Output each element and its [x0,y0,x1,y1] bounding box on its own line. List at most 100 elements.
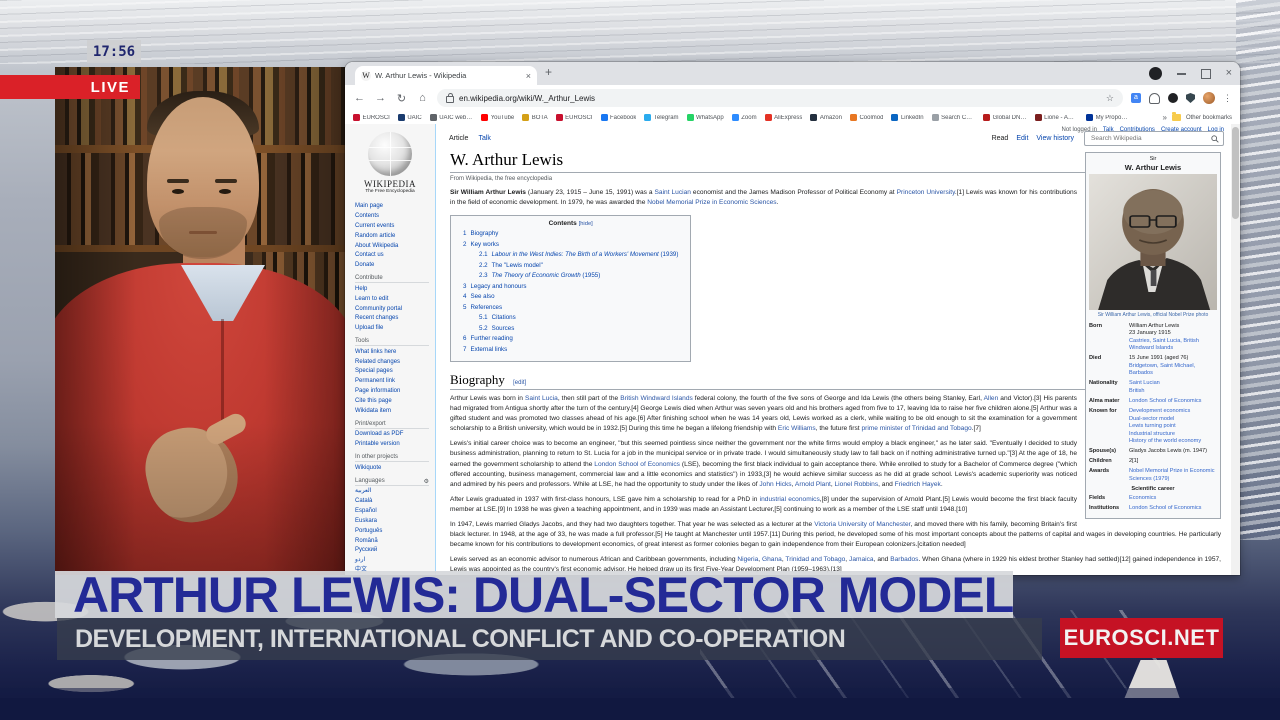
sidebar-link[interactable]: Community portal [355,305,429,315]
bookmark-item[interactable]: UAIC webmail [430,114,474,121]
toc-item[interactable]: 1Biography [463,229,678,240]
forward-icon[interactable]: → [374,92,387,104]
sidebar-link[interactable]: العربية [355,487,429,497]
sidebar-link[interactable]: Português [355,527,429,537]
translate-icon[interactable]: a [1131,93,1141,103]
browser-theme-icon[interactable] [1149,67,1162,80]
bookmark-item[interactable]: WhatsApp [687,114,724,121]
wikipedia-globe-logo[interactable] [368,132,412,176]
sidebar-link[interactable]: Русский [355,546,429,556]
toc-item[interactable]: 5.2Sources [463,324,678,335]
bookmark-item[interactable]: UAIC [398,114,422,121]
toc-item[interactable]: 4See also [463,292,678,303]
bookmark-item[interactable]: Telegram [644,114,678,121]
sidebar-link[interactable]: What links here [355,348,429,358]
toc-item[interactable]: 5.1Citations [463,313,678,324]
sidebar-link[interactable]: Random article [355,232,429,242]
toc-item[interactable]: 2Key works [463,240,678,251]
sidebar-link[interactable]: Cite this page [355,397,429,407]
profile-avatar[interactable] [1203,92,1215,104]
bookmark-favicon [850,114,857,121]
other-bookmarks-button[interactable]: Other bookmarks [1186,115,1232,121]
wikipedia-wordmark: WIKIPEDIA [345,179,435,189]
browser-tab[interactable]: W W. Arthur Lewis - Wikipedia × [355,66,537,85]
sidebar-link[interactable]: About Wikipedia [355,242,429,252]
bookmark-item[interactable]: My Proposal(s) [1086,114,1130,121]
bookmark-item[interactable]: EUROSCI [556,114,593,121]
adblock-extension-icon[interactable] [1186,93,1195,103]
address-bar[interactable]: en.wikipedia.org/wiki/W._Arthur_Lewis ☆ [437,89,1123,107]
wiki-content: Sir W. Arthur Lewis [435,124,1231,575]
toc-item[interactable]: 3Legacy and honours [463,282,678,293]
home-icon[interactable]: ⌂ [416,92,429,104]
sidebar-link[interactable]: Upload file [355,324,429,334]
bookmark-item[interactable]: LinkedIn [891,114,923,121]
edit-section-link[interactable]: [edit] [513,380,526,386]
bookmark-item[interactable]: Lione - ARA - Alme... [1035,114,1079,121]
bookmark-star-icon[interactable]: ☆ [1106,93,1114,104]
bookmark-item[interactable]: Zoom [732,114,757,121]
notifications-icon[interactable] [1149,93,1160,104]
sidebar-link[interactable]: Printable version [355,440,429,450]
back-icon[interactable]: ← [353,92,366,104]
gear-icon[interactable]: ⚙ [424,478,429,485]
browser-menu-icon[interactable]: ⋮ [1223,93,1232,104]
sidebar-link[interactable]: Euskara [355,517,429,527]
darkreader-extension-icon[interactable] [1168,93,1178,103]
toc-item[interactable]: 6Further reading [463,334,678,345]
reload-icon[interactable]: ↻ [395,92,408,105]
bookmark-item[interactable]: Amazon [810,114,842,121]
toc-item[interactable]: 2.2The "Lewis model" [463,261,678,272]
window-minimize-button[interactable] [1177,73,1186,75]
sidebar-link[interactable]: Help [355,285,429,295]
tab-view-history[interactable]: View history [1036,135,1074,142]
window-close-button[interactable]: × [1226,68,1232,79]
lower-third-subtitle: DEVELOPMENT, INTERNATIONAL CONFLICT AND … [75,625,845,654]
bookmark-item[interactable]: Global DNS Propag... [983,114,1027,121]
portrait-photo[interactable] [1089,174,1217,310]
bookmark-item[interactable]: Search Console - Se... [932,114,976,121]
sidebar-link[interactable]: Español [355,507,429,517]
bookmark-item[interactable]: EUROSCI [353,114,390,121]
tab-read[interactable]: Read [992,135,1009,142]
wiki-sidebar-nav: Main pageContentsCurrent eventsRandom ar… [345,198,435,575]
sidebar-link[interactable]: Donate [355,261,429,271]
sidebar-link[interactable]: Download as PDF [355,430,429,440]
wiki-search-box[interactable] [1084,131,1224,146]
toc-hide-toggle[interactable]: [hide] [579,221,593,227]
window-maximize-button[interactable] [1201,69,1211,79]
sidebar-link[interactable]: Català [355,497,429,507]
toc-item[interactable]: 7External links [463,345,678,356]
search-icon[interactable] [1211,135,1219,143]
sidebar-link[interactable]: Page information [355,387,429,397]
scrollbar-thumb[interactable] [1232,127,1239,219]
bookmark-item[interactable]: Coolmod [850,114,884,121]
bookmark-item[interactable]: Facebook [601,114,637,121]
sidebar-link[interactable]: Special pages [355,367,429,377]
toc-item[interactable]: 2.3The Theory of Economic Growth (1955) [463,271,678,282]
bookmark-item[interactable]: AliExpress [765,114,803,121]
browser-scrollbar[interactable] [1231,124,1240,575]
bookmarks-overflow-icon[interactable]: » [1163,113,1167,122]
tab-edit[interactable]: Edit [1016,135,1028,142]
new-tab-button[interactable]: + [545,65,552,79]
sidebar-link[interactable]: Contact us [355,251,429,261]
bookmark-item[interactable]: BOTA [522,114,547,121]
sidebar-link[interactable]: Contents [355,212,429,222]
tab-close-icon[interactable]: × [526,71,531,81]
sidebar-link[interactable]: Learn to edit [355,295,429,305]
sidebar-link[interactable]: Permanent link [355,377,429,387]
bookmark-item[interactable]: YouTube [481,114,514,121]
sidebar-link[interactable]: Recent changes [355,314,429,324]
sidebar-link[interactable]: Wikiquote [355,464,429,474]
sidebar-link[interactable]: Current events [355,222,429,232]
search-input[interactable] [1089,134,1208,143]
toc-item[interactable]: 2.1Labour in the West Indies: The Birth … [463,250,678,261]
sidebar-link[interactable]: Wikidata item [355,407,429,417]
sidebar-link[interactable]: Main page [355,202,429,212]
sidebar-link[interactable]: Română [355,537,429,547]
tab-talk[interactable]: Talk [478,135,490,142]
toc-item[interactable]: 5References [463,303,678,314]
tab-article[interactable]: Article [449,135,468,142]
sidebar-link[interactable]: Related changes [355,358,429,368]
